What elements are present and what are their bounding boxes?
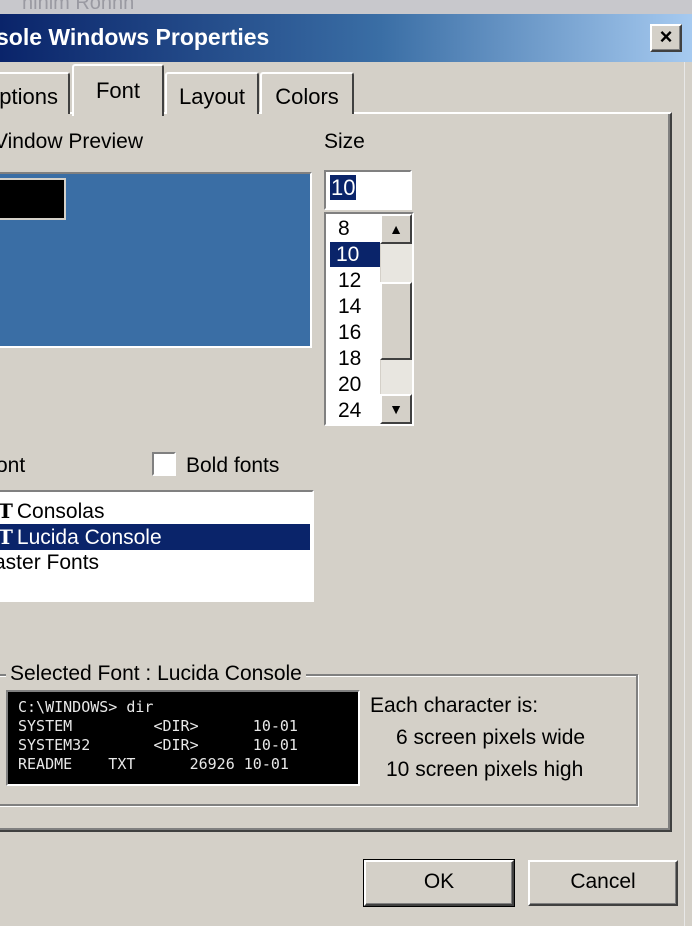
size-option-14[interactable]: 14 (332, 294, 378, 319)
char-heading: Each character is: (370, 694, 539, 717)
size-option-16[interactable]: 16 (332, 320, 378, 345)
sample-line: C:\WINDOWS> dir (18, 698, 154, 716)
top-strip: ninim Ronnn (0, 0, 692, 14)
char-width: 6 screen pixels wide (396, 726, 586, 749)
title-bar[interactable]: sole Windows Properties (0, 14, 692, 62)
window-title: sole Windows Properties (0, 24, 270, 50)
tab-colors[interactable]: Colors (260, 72, 354, 114)
size-option-10[interactable]: 10 (330, 242, 380, 267)
size-option-12[interactable]: 12 (332, 268, 378, 293)
close-button[interactable]: × (650, 24, 682, 52)
size-input-value: 10 (330, 175, 357, 200)
sample-line: SYSTEM <DIR> 10-01 (18, 717, 298, 735)
size-option-18[interactable]: 18 (332, 346, 378, 371)
font-item-lucida-console[interactable]: TLucida Console (0, 524, 310, 550)
tab-font[interactable]: Font (72, 64, 164, 116)
window-preview-label: Vindow Preview (0, 130, 144, 153)
font-item-consolas[interactable]: TConsolas (0, 498, 310, 524)
size-input[interactable]: 10 (324, 170, 412, 210)
ok-button[interactable]: OK (363, 859, 515, 907)
top-strip-text: ninim Ronnn (22, 0, 135, 14)
close-icon: × (659, 24, 673, 49)
tab-options[interactable]: ptions (0, 72, 70, 114)
char-height: 10 screen pixels high (386, 758, 584, 781)
tab-layout[interactable]: Layout (165, 72, 259, 114)
arrow-up-icon: ▲ (389, 221, 403, 237)
sample-line: SYSTEM32 <DIR> 10-01 (18, 736, 298, 754)
console-sample: C:\WINDOWS> dir SYSTEM <DIR> 10-01 SYSTEM3… (6, 690, 360, 786)
scroll-down-button[interactable]: ▼ (380, 394, 412, 424)
truetype-icon: T (0, 524, 13, 550)
font-list[interactable]: TConsolas TLucida Console aster Fonts (0, 490, 314, 602)
selected-font-title: Selected Font : Lucida Console (6, 662, 306, 686)
truetype-icon: T (0, 498, 13, 524)
font-label: ont (0, 454, 26, 477)
size-label: Size (324, 130, 365, 153)
size-option-8[interactable]: 8 (332, 216, 378, 241)
bold-fonts-checkbox[interactable] (152, 452, 176, 476)
scroll-thumb[interactable] (380, 282, 412, 360)
scroll-up-button[interactable]: ▲ (380, 214, 412, 244)
cancel-button[interactable]: Cancel (528, 860, 678, 906)
size-option-20[interactable]: 20 (332, 372, 378, 397)
preview-console-window (0, 178, 66, 220)
arrow-down-icon: ▼ (389, 401, 403, 417)
window-right-edge (684, 62, 692, 926)
sample-line: README TXT 26926 10-01 (18, 755, 289, 773)
size-option-24[interactable]: 24 (332, 398, 378, 423)
bold-fonts-label[interactable]: Bold fonts (186, 454, 279, 478)
font-item-raster-fonts[interactable]: aster Fonts (0, 550, 306, 576)
